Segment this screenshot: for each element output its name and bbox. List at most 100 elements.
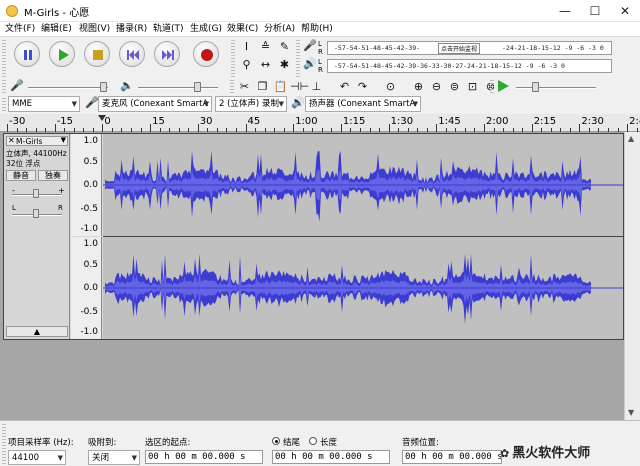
toolbar-grip[interactable] — [231, 40, 235, 78]
menu-analyze[interactable]: 分析(A) — [264, 23, 295, 35]
play-meter-icon[interactable]: 🔊 — [303, 57, 317, 73]
track-name[interactable]: M-Girls — [16, 137, 42, 146]
track-close-icon[interactable]: ✕ — [8, 136, 15, 145]
length-radio[interactable] — [309, 437, 317, 445]
track-menu-icon[interactable]: ▼ — [61, 136, 66, 144]
skip-to-end-button[interactable] — [154, 41, 180, 67]
play-speed-track[interactable] — [516, 87, 596, 89]
toolbar-grip[interactable] — [2, 98, 6, 112]
undo-icon[interactable]: ↶ — [336, 79, 353, 95]
play-speed-slider[interactable] — [532, 82, 539, 92]
project-rate-label: 项目采样率 (Hz): — [8, 438, 74, 448]
menu-record[interactable]: 播录(R) — [116, 23, 147, 35]
recording-volume-slider[interactable] — [100, 82, 107, 92]
solo-button[interactable]: 独奏 — [38, 170, 68, 181]
audio-position-field[interactable]: 00 h 00 m 00.000 s — [402, 450, 502, 464]
channels-select[interactable]: 2 (立体声) 录制 ▼ — [215, 96, 287, 112]
timeshift-tool-icon[interactable]: ↔ — [257, 57, 274, 73]
collapse-track-button[interactable]: ▲ — [6, 326, 68, 337]
menu-file[interactable]: 文件(F) — [5, 23, 35, 35]
vertical-scrollbar[interactable]: ▲ ▼ — [624, 132, 640, 422]
multi-tool-icon[interactable]: ✱ — [276, 57, 293, 73]
paste-icon[interactable]: 📋 — [272, 79, 289, 95]
ruler-tick-label: 2:00 — [486, 116, 509, 127]
stop-icon — [93, 50, 103, 60]
menu-edit[interactable]: 编辑(E) — [41, 23, 72, 35]
ruler-major-tick — [627, 124, 629, 132]
recording-volume-track[interactable] — [28, 87, 108, 89]
scroll-up-icon[interactable]: ▲ — [628, 134, 634, 143]
toolbar-grip[interactable] — [296, 40, 300, 78]
record-meter-icon[interactable]: 🎤 — [303, 39, 317, 55]
selection-end-field[interactable]: 00 h 00 m 00.000 s — [272, 450, 390, 464]
toolbar-grip[interactable] — [230, 80, 234, 94]
playback-meter[interactable]: -57-54-51-48-45-42-39-36-33-30-27-24-21-… — [327, 59, 612, 73]
zoom-out-icon[interactable]: ⊖ — [428, 79, 445, 95]
scale-label: 1.0 — [83, 136, 98, 146]
chevron-down-icon: ▼ — [131, 454, 137, 462]
end-radio[interactable] — [272, 437, 280, 445]
envelope-tool-icon[interactable]: ≙ — [257, 39, 274, 55]
menu-generate[interactable]: 生成(G) — [190, 23, 222, 35]
selection-tool-icon[interactable]: I — [238, 39, 255, 55]
ruler-tick-label: -30 — [9, 116, 26, 127]
zoom-tool-icon[interactable]: ⚲ — [238, 57, 255, 73]
scroll-down-icon[interactable]: ▼ — [628, 408, 634, 417]
minimize-button[interactable]: — — [550, 0, 580, 22]
toolbar-grip[interactable] — [2, 80, 6, 94]
cut-icon[interactable]: ✂ — [236, 79, 253, 95]
ruler-major-tick — [7, 124, 8, 132]
menu-help[interactable]: 帮助(H) — [301, 23, 333, 35]
speaker-volume-icon: 🔈 — [120, 79, 134, 92]
play-button[interactable] — [49, 41, 75, 67]
waveform-left-channel[interactable] — [103, 134, 623, 236]
track-header[interactable]: ✕ M-Girls ▼ — [6, 136, 68, 146]
pause-button[interactable] — [14, 41, 40, 67]
toolbar-grip[interactable] — [2, 424, 6, 464]
play-at-speed-button[interactable] — [496, 79, 510, 95]
channel-scale-right: 1.0 0.5 0.0 -0.5 -1.0 — [71, 237, 102, 339]
audio-host-select[interactable]: MME ▼ — [8, 96, 80, 112]
playback-device-select[interactable]: 扬声器 (Conexant SmartA ▼ — [305, 96, 421, 112]
copy-icon[interactable]: ❐ — [254, 79, 271, 95]
channel-scale-left: 1.0 0.5 0.0 -0.5 -1.0 — [71, 134, 102, 236]
menu-view[interactable]: 视图(V) — [79, 23, 110, 35]
fit-project-icon[interactable]: ⊡ — [464, 79, 481, 95]
silence-icon[interactable]: ⊥ — [308, 79, 325, 95]
fit-selection-icon[interactable]: ⊜ — [446, 79, 463, 95]
sync-lock-icon[interactable]: ⊙ — [382, 79, 399, 95]
zoom-in-icon[interactable]: ⊕ — [410, 79, 427, 95]
stop-button[interactable] — [84, 41, 110, 67]
menu-effect[interactable]: 效果(C) — [227, 23, 258, 35]
chevron-down-icon: ▼ — [412, 100, 418, 108]
chevron-down-icon: ▼ — [203, 100, 209, 108]
playback-volume-slider[interactable] — [194, 82, 201, 92]
redo-icon[interactable]: ↷ — [354, 79, 371, 95]
close-button[interactable]: ✕ — [610, 0, 640, 22]
gain-slider[interactable] — [33, 189, 39, 198]
recording-device-select[interactable]: 麦克风 (Conexant SmartA ▼ — [98, 96, 212, 112]
waveform-right-channel[interactable] — [103, 237, 623, 339]
menu-tracks[interactable]: 轨道(T) — [153, 23, 184, 35]
play-at-speed-icon — [498, 80, 509, 92]
trim-icon[interactable]: ⊣⊢ — [290, 79, 309, 95]
snap-to-select[interactable]: 关闭 ▼ — [88, 450, 140, 465]
ruler-tick-label: 1:30 — [390, 116, 414, 127]
record-meter-hint[interactable]: 点击开始监视 — [438, 43, 481, 54]
record-button[interactable] — [193, 41, 219, 67]
toolbar-grip[interactable] — [2, 40, 6, 78]
toolbar-grip[interactable] — [490, 80, 494, 94]
playback-volume-track[interactable] — [138, 87, 218, 89]
pan-slider[interactable] — [33, 209, 39, 218]
mute-button[interactable]: 静音 — [6, 170, 36, 181]
record-meter[interactable]: -57-54-51-48-45-42-39- 点击开始监视 -24-21-18-… — [327, 41, 612, 55]
snap-to-label: 吸附到: — [88, 438, 117, 448]
project-rate-select[interactable]: 44100 ▼ — [8, 450, 66, 465]
draw-tool-icon[interactable]: ✎ — [276, 39, 293, 55]
timeline-ruler[interactable]: -30 -15 0 15 30 45 1:00 1:15 1:30 1:45 2:00 2:15 2:3… — [0, 114, 640, 132]
skip-to-start-button[interactable] — [119, 41, 145, 67]
maximize-button[interactable]: ☐ — [580, 0, 610, 22]
selection-start-label: 选区的起点: — [145, 438, 191, 448]
ruler-tick-label: 15 — [152, 116, 165, 127]
selection-start-field[interactable]: 00 h 00 m 00.000 s — [145, 450, 263, 464]
